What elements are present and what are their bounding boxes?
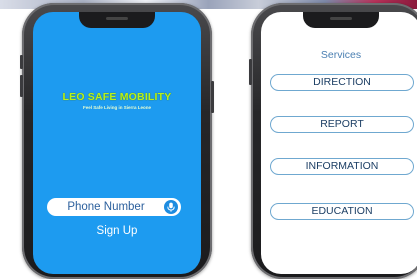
login-screen: LEO SAFE MOBILITY Feel Safe Living in Si… — [33, 12, 201, 274]
phone-number-placeholder: Phone Number — [67, 201, 145, 213]
services-screen: Services DIRECTION REPORT INFORMATION ED… — [261, 12, 417, 274]
phone-number-field[interactable]: Phone Number — [47, 198, 181, 216]
volume-button — [249, 59, 252, 85]
information-button[interactable]: INFORMATION — [270, 158, 414, 175]
services-title: Services — [320, 49, 362, 61]
phone-notch — [303, 12, 379, 28]
phone-notch — [79, 12, 155, 28]
direction-button[interactable]: DIRECTION — [270, 74, 414, 91]
speaker-grille — [106, 17, 128, 20]
report-button[interactable]: REPORT — [270, 116, 414, 133]
power-button — [211, 81, 214, 113]
volume-up-button — [20, 55, 23, 69]
phone-mockup-login: LEO SAFE MOBILITY Feel Safe Living in Si… — [20, 3, 214, 279]
education-button[interactable]: EDUCATION — [270, 203, 414, 220]
app-title: LEO SAFE MOBILITY — [62, 91, 172, 103]
app-tagline: Feel Safe Living in Sierra Leone — [82, 105, 152, 110]
microphone-icon[interactable] — [164, 200, 178, 214]
sign-up-button[interactable]: Sign Up — [33, 225, 201, 237]
volume-down-button — [20, 75, 23, 97]
speaker-grille — [330, 17, 352, 20]
phone-mockup-services: Services DIRECTION REPORT INFORMATION ED… — [249, 3, 417, 279]
